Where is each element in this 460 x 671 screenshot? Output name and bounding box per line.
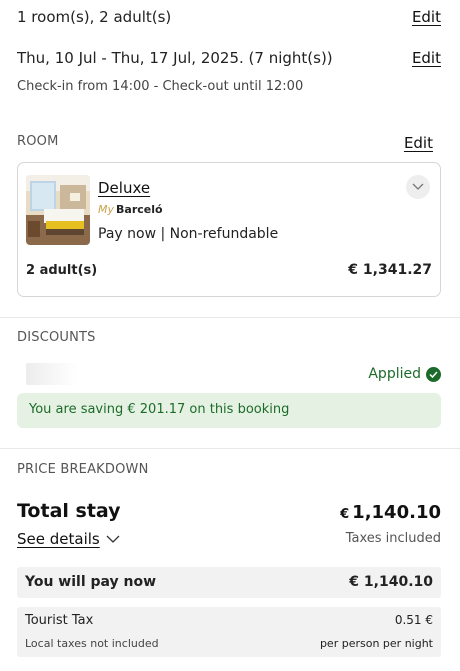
- rooms-guests-summary: 1 room(s), 2 adult(s): [17, 8, 172, 26]
- total-stay-value: € 1,140.10: [340, 502, 441, 523]
- chevron-down-icon: [412, 183, 424, 190]
- discount-logo-placeholder: [26, 363, 78, 385]
- edit-dates-link[interactable]: Edit: [412, 49, 441, 67]
- pay-now-label: You will pay now: [25, 574, 157, 590]
- discount-status-label: Applied: [368, 366, 421, 382]
- tourist-tax-label: Tourist Tax: [25, 613, 94, 628]
- room-price: € 1,341.27: [348, 262, 432, 278]
- tourist-tax-value: 0.51 €: [394, 613, 433, 627]
- discounts-section-label: DISCOUNTS: [17, 330, 96, 345]
- room-guests: 2 adult(s): [26, 263, 98, 278]
- total-amount: 1,140.10: [352, 502, 441, 523]
- room-name-link[interactable]: Deluxe: [98, 179, 150, 197]
- saving-suffix: on this booking: [185, 402, 290, 417]
- chevron-down-icon: [106, 535, 120, 543]
- edit-room-link[interactable]: Edit: [404, 134, 433, 152]
- check-in-out-times: Check-in from 14:00 - Check-out until 12…: [17, 79, 304, 94]
- brand-name: Barceló: [116, 203, 163, 216]
- per-person-note: per person per night: [319, 637, 433, 650]
- tourist-tax-row: Tourist Tax 0.51 € Local taxes not inclu…: [17, 607, 441, 657]
- savings-banner: You are saving € 201.17 on this booking: [17, 393, 441, 428]
- discount-status: Applied: [368, 366, 441, 382]
- pay-now-row: You will pay now € 1,140.10: [17, 567, 441, 598]
- taxes-included-note: Taxes included: [345, 531, 441, 546]
- saving-amount: € 201.17: [127, 402, 186, 417]
- total-currency: €: [340, 507, 350, 522]
- check-circle-icon: [426, 366, 441, 382]
- see-details-toggle[interactable]: See details: [17, 530, 120, 548]
- room-card: Deluxe My Barceló Pay now | Non-refundab…: [17, 162, 441, 297]
- room-section-label: ROOM: [17, 134, 59, 149]
- price-breakdown-label: PRICE BREAKDOWN: [17, 462, 149, 477]
- rate-conditions: Pay now | Non-refundable: [98, 226, 279, 242]
- hotel-brand-logo: My Barceló: [98, 203, 163, 216]
- expand-room-button[interactable]: [406, 175, 430, 199]
- brand-prefix: My: [98, 203, 115, 216]
- local-taxes-note: Local taxes not included: [25, 637, 159, 650]
- saving-prefix: You are saving: [29, 402, 128, 417]
- section-divider: [0, 448, 460, 449]
- edit-guests-link[interactable]: Edit: [412, 8, 441, 26]
- section-divider: [0, 317, 460, 318]
- see-details-label: See details: [17, 530, 100, 548]
- stay-dates: Thu, 10 Jul - Thu, 17 Jul, 2025. (7 nigh…: [17, 49, 333, 67]
- room-photo: [26, 175, 90, 245]
- pay-now-value: € 1,140.10: [349, 574, 433, 590]
- total-stay-label: Total stay: [17, 500, 121, 522]
